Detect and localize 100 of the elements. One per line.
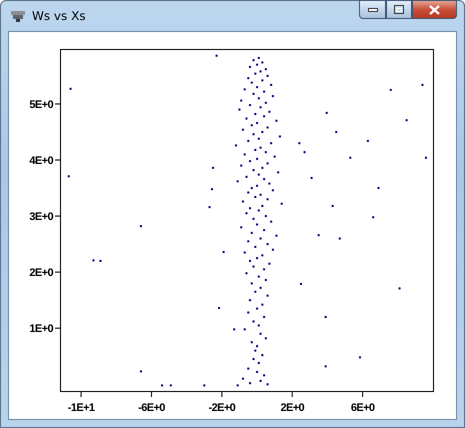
data-point: [358, 356, 361, 358]
data-point: [264, 215, 267, 218]
data-point: [203, 384, 206, 386]
data-point: [272, 95, 274, 98]
x-tick-label: 2E+0: [280, 402, 304, 414]
data-point: [258, 56, 260, 59]
data-point: [332, 204, 334, 207]
data-point: [266, 383, 269, 386]
data-point: [244, 328, 246, 330]
data-point: [234, 144, 237, 146]
data-point: [266, 294, 269, 297]
data-point: [261, 61, 264, 64]
data-point: [256, 86, 258, 88]
close-button[interactable]: [412, 0, 457, 19]
data-point: [260, 286, 262, 289]
data-point: [398, 287, 401, 290]
data-point: [247, 192, 250, 194]
x-tick-label: -2E+0: [208, 402, 236, 414]
data-point: [240, 164, 242, 167]
data-point: [272, 248, 274, 251]
data-point: [266, 198, 269, 200]
close-icon: [429, 4, 440, 14]
data-point: [256, 308, 258, 310]
data-point: [218, 307, 220, 310]
data-point: [270, 220, 272, 223]
data-point: [424, 156, 427, 159]
data-point: [250, 82, 253, 84]
data-point: [249, 160, 252, 162]
data-point: [99, 260, 102, 262]
data-point: [242, 128, 244, 131]
data-point: [249, 382, 252, 384]
data-point: [252, 218, 255, 220]
data-point: [250, 124, 253, 126]
data-point: [161, 384, 164, 386]
data-point: [250, 232, 253, 234]
data-point: [268, 262, 270, 265]
maximize-button[interactable]: [386, 0, 412, 19]
data-point: [256, 158, 258, 160]
data-point: [261, 79, 264, 82]
data-point: [270, 84, 272, 86]
data-point: [272, 189, 274, 192]
data-point: [170, 384, 172, 386]
data-point: [247, 240, 250, 242]
minimize-button[interactable]: [359, 0, 386, 19]
data-point: [260, 106, 262, 108]
data-point: [377, 187, 380, 190]
data-point: [260, 70, 262, 72]
data-point: [254, 350, 256, 352]
data-point: [140, 225, 142, 228]
data-point: [254, 290, 256, 293]
data-point: [266, 74, 269, 77]
data-point: [140, 370, 142, 372]
data-point: [249, 66, 252, 68]
data-point: [278, 135, 281, 138]
data-point: [261, 204, 264, 207]
data-point: [258, 174, 260, 176]
data-point: [280, 202, 283, 205]
data-point: [298, 142, 300, 144]
data-point: [254, 196, 256, 198]
data-point: [258, 276, 260, 278]
data-point: [247, 368, 250, 370]
app-icon: [10, 9, 26, 23]
data-point: [254, 246, 256, 248]
data-point: [238, 108, 240, 111]
data-point: [252, 358, 255, 360]
data-point: [244, 153, 246, 156]
data-point: [268, 110, 270, 113]
data-point: [249, 207, 252, 210]
data-point: [261, 354, 264, 356]
data-point: [270, 142, 272, 144]
x-tick-label: -1E+1: [68, 402, 94, 414]
data-point: [240, 226, 242, 228]
data-point: [264, 337, 267, 340]
data-point: [261, 304, 264, 306]
data-point: [372, 216, 374, 218]
data-point: [275, 120, 278, 122]
window-title: Ws vs Xs: [32, 9, 87, 23]
data-point: [390, 88, 392, 91]
y-tick-label: 2E+0: [29, 267, 53, 280]
data-point: [250, 282, 253, 284]
data-point: [244, 252, 246, 254]
data-point: [263, 90, 266, 93]
data-point: [421, 84, 424, 86]
data-point: [208, 206, 211, 208]
data-point: [256, 184, 258, 187]
data-point: [247, 140, 250, 142]
data-point: [263, 268, 266, 270]
data-point: [266, 243, 269, 246]
data-point: [250, 341, 253, 344]
data-point: [263, 229, 266, 232]
data-point: [258, 209, 260, 212]
data-point: [266, 162, 269, 164]
data-point: [260, 380, 262, 382]
minimize-icon: [368, 8, 378, 12]
data-point: [252, 59, 255, 62]
data-point: [256, 64, 258, 66]
data-point: [252, 133, 255, 136]
data-point: [254, 72, 256, 75]
data-point: [254, 148, 256, 151]
data-point: [318, 234, 320, 236]
